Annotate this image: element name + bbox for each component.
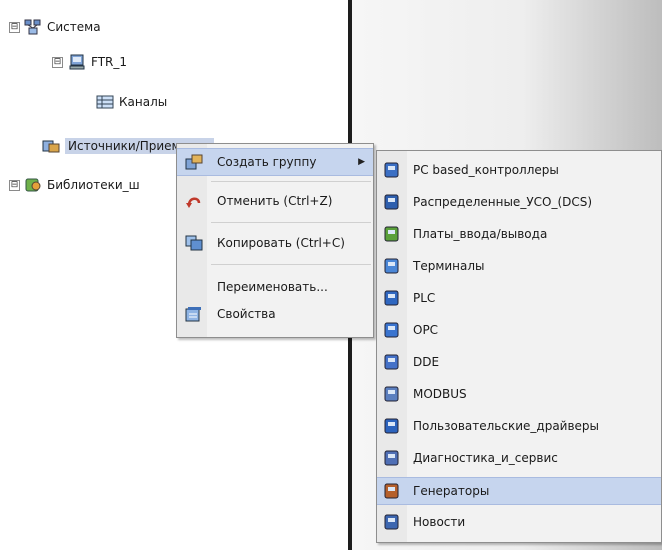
expander-ftr[interactable]: ⊟ xyxy=(52,57,63,68)
menu-item-rename[interactable]: Переименовать... xyxy=(177,274,373,300)
user-driver-icon xyxy=(384,418,399,434)
submenu-label: PC based_контроллеры xyxy=(413,163,559,177)
submenu-item[interactable]: OPC xyxy=(377,317,661,343)
submenu-label: MODBUS xyxy=(413,387,467,401)
submenu: PC based_контроллеры Распределенные_УСО_(… xyxy=(376,150,662,543)
modbus-icon xyxy=(384,386,399,402)
tree-node-system[interactable]: Система xyxy=(24,17,101,37)
pc-controller-icon xyxy=(384,162,399,178)
tree-node-ftr[interactable]: FTR_1 xyxy=(68,52,127,72)
undo-icon xyxy=(186,197,201,208)
dcs-icon xyxy=(384,194,399,210)
properties-icon xyxy=(185,307,201,322)
submenu-item[interactable]: Пользовательские_драйверы xyxy=(377,413,661,439)
submenu-label: OPC xyxy=(413,323,439,337)
submenu-item[interactable]: PC based_контроллеры xyxy=(377,157,661,183)
submenu-item[interactable]: Платы_ввода/вывода xyxy=(377,221,661,247)
channels-icon xyxy=(96,95,114,109)
submenu-label: Распределенные_УСО_(DCS) xyxy=(413,195,593,209)
submenu-label: PLC xyxy=(413,291,436,305)
io-board-icon xyxy=(384,226,399,242)
submenu-label: Диагностика_и_сервис xyxy=(413,451,558,465)
menu-separator xyxy=(211,222,371,223)
menu-item-undo[interactable]: Отменить (Ctrl+Z) xyxy=(177,188,373,214)
tree-node-library[interactable]: Библиотеки_ш xyxy=(24,175,140,195)
expander-library[interactable]: ⊟ xyxy=(9,180,20,191)
submenu-item[interactable]: DDE xyxy=(377,349,661,375)
submenu-label: Платы_ввода/вывода xyxy=(413,227,548,241)
submenu-label: Пользовательские_драйверы xyxy=(413,419,600,433)
menu-label-properties: Свойства xyxy=(217,307,276,321)
menu-separator xyxy=(211,264,371,265)
menu-label-create-group: Создать группу xyxy=(217,155,317,169)
menu-label-undo: Отменить (Ctrl+Z) xyxy=(217,194,333,208)
expander-system[interactable]: ⊟ xyxy=(9,22,20,33)
tree-label-channels: Каналы xyxy=(119,95,168,109)
context-menu: Создать группу ▶ Отменить (Ctrl+Z) Копир… xyxy=(176,143,374,338)
submenu-item[interactable]: Диагностика_и_сервис xyxy=(377,445,661,471)
system-icon xyxy=(24,19,41,35)
copy-icon xyxy=(185,235,203,251)
submenu-item[interactable]: Терминалы xyxy=(377,253,661,279)
server-icon xyxy=(69,54,85,70)
submenu-label: Терминалы xyxy=(413,259,485,273)
terminal-icon xyxy=(384,258,399,274)
tree-label-ftr: FTR_1 xyxy=(91,55,127,69)
submenu-item[interactable]: Новости xyxy=(377,509,661,535)
submenu-item[interactable]: Распределенные_УСО_(DCS) xyxy=(377,189,661,215)
opc-icon xyxy=(384,322,399,338)
menu-label-rename: Переименовать... xyxy=(217,280,328,294)
library-icon xyxy=(25,178,41,192)
submenu-item[interactable]: Генераторы xyxy=(377,477,661,505)
create-group-icon xyxy=(185,154,203,170)
menu-item-copy[interactable]: Копировать (Ctrl+C) xyxy=(177,230,373,256)
tree-node-channels[interactable]: Каналы xyxy=(96,92,167,112)
news-icon xyxy=(384,514,399,530)
menu-label-copy: Копировать (Ctrl+C) xyxy=(217,236,345,250)
submenu-label: Новости xyxy=(413,515,466,529)
menu-item-create-group[interactable]: Создать группу ▶ xyxy=(177,148,373,176)
submenu-arrow-icon: ▶ xyxy=(358,157,365,167)
tree-label-system: Система xyxy=(47,20,101,34)
submenu-label: Генераторы xyxy=(413,484,490,498)
submenu-label: DDE xyxy=(413,355,440,369)
generator-icon xyxy=(384,483,399,499)
sources-icon xyxy=(42,140,60,153)
submenu-item[interactable]: MODBUS xyxy=(377,381,661,407)
plc-icon xyxy=(384,290,399,306)
menu-separator xyxy=(211,181,371,182)
submenu-item[interactable]: PLC xyxy=(377,285,661,311)
menu-item-properties[interactable]: Свойства xyxy=(177,301,373,327)
diagnostics-icon xyxy=(384,450,399,466)
dde-icon xyxy=(384,354,399,370)
tree-label-library: Библиотеки_ш xyxy=(47,178,140,192)
